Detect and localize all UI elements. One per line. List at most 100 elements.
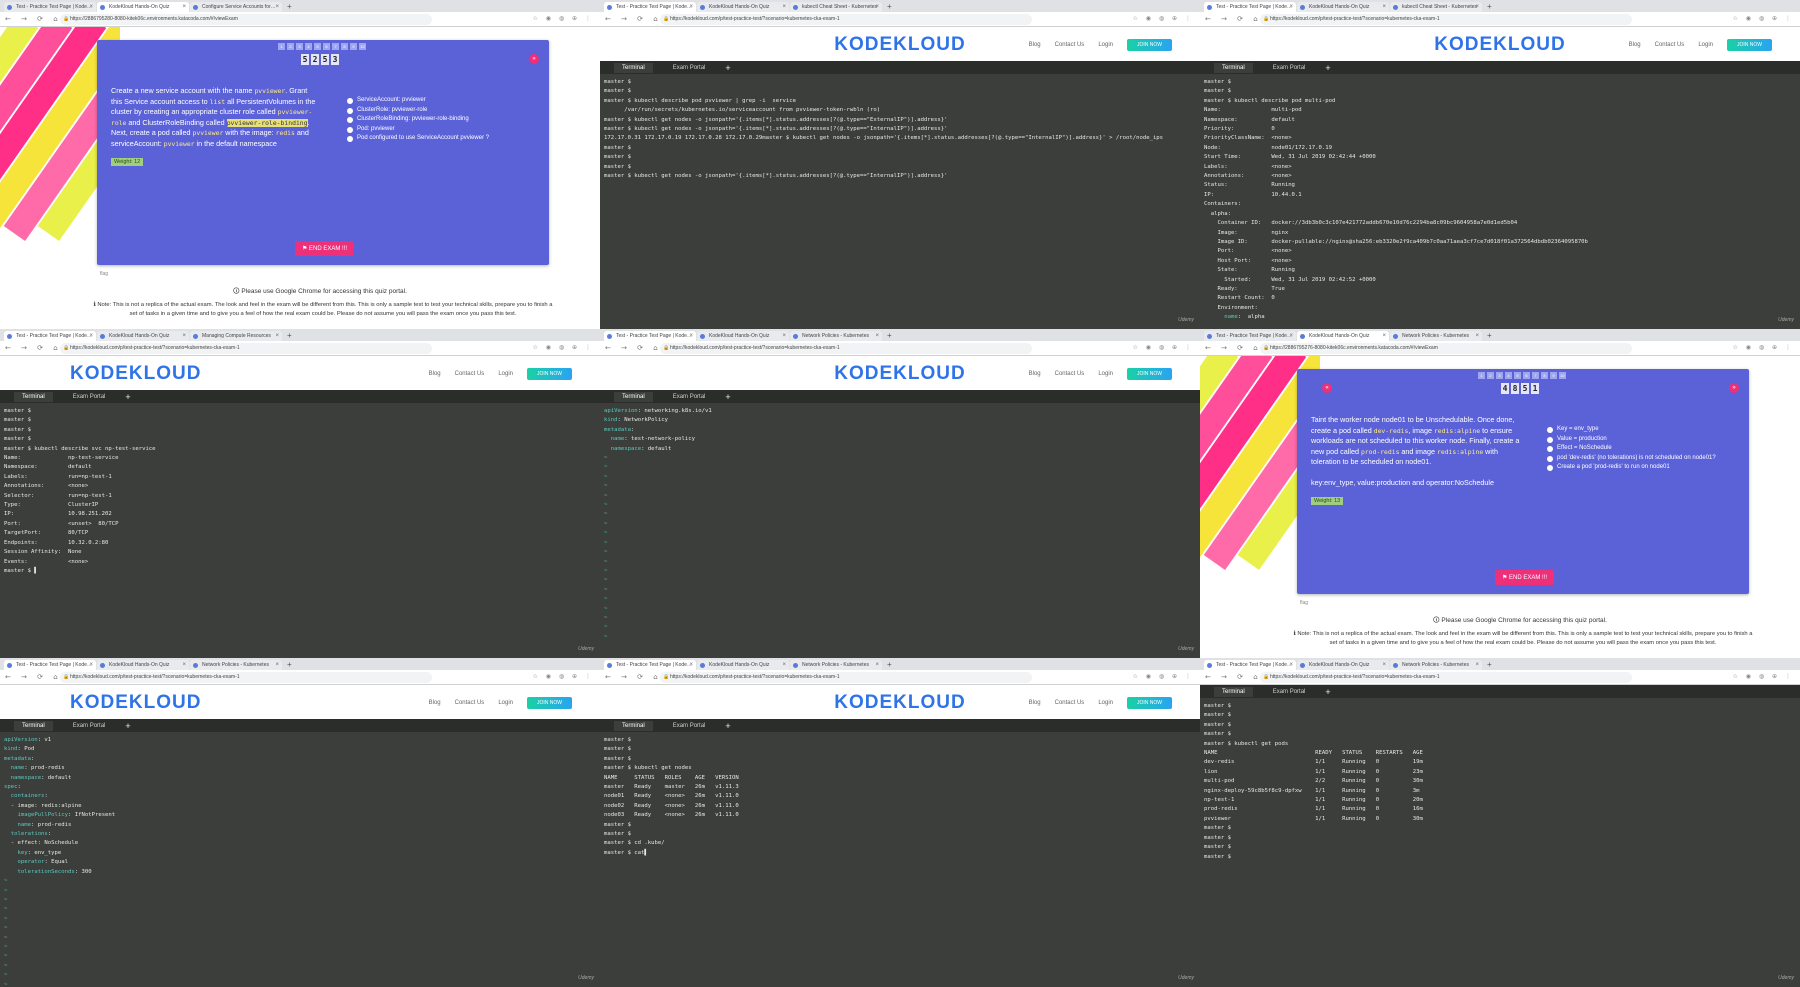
question-dot[interactable]: 9 (350, 43, 357, 50)
tab-exam-portal[interactable]: Exam Portal (673, 394, 706, 400)
url-field[interactable]: 🔒 https://kodekloud.com/p/test-practice-t… (660, 672, 1032, 683)
browser-tab[interactable]: Test - Practice Test Page | Kode… × (1204, 2, 1296, 12)
browser-tab[interactable]: Network Policies - Kubernetes × (1390, 331, 1482, 341)
extension-icons[interactable]: ☆ ◉ ◍ ⊕ ⋮ (1732, 15, 1794, 22)
login-link[interactable]: Login (1098, 42, 1113, 48)
browser-tab[interactable]: Network Policies - Kubernetes × (190, 660, 282, 670)
browser-tab[interactable]: KodeKloud Hands-On Quiz × (1297, 331, 1389, 341)
close-tab-icon[interactable]: × (1289, 2, 1293, 12)
terminal-area[interactable]: Terminal Exam Portal + master $ master $ mast… (1200, 685, 1800, 987)
close-tab-icon[interactable]: × (689, 331, 693, 341)
browser-tab[interactable]: Test - Practice Test Page | Kode… × (4, 660, 96, 670)
terminal-output[interactable]: master $ master $ master $ master $ master $… (1200, 698, 1800, 866)
new-tab-button[interactable]: + (283, 331, 296, 341)
terminal-output[interactable]: apiVersion: v1 kind: Pod metadata: name: p… (0, 732, 600, 987)
blog-link[interactable]: Blog (429, 371, 441, 377)
kodekloud-logo[interactable]: KODEKLOUD (834, 363, 965, 385)
nav-buttons[interactable]: ← → ⟳ ⌂ (1205, 344, 1262, 352)
url-field[interactable]: 🔒 https://kodekloud.com/p/test-practice-t… (60, 672, 432, 683)
next-question-button[interactable]: » (1729, 383, 1739, 393)
close-tab-icon[interactable]: × (689, 2, 693, 12)
blog-link[interactable]: Blog (1029, 371, 1041, 377)
add-terminal-tab-button[interactable]: + (125, 392, 130, 402)
url-field[interactable]: 🔒 https://kodekloud.com/p/test-practice-t… (660, 14, 1032, 25)
browser-tab[interactable]: Test - Practice Test Page | Kode… × (604, 660, 696, 670)
browser-tab[interactable]: Test - Practice Test Page | Kode… × (4, 331, 96, 341)
tab-terminal[interactable]: Terminal (14, 391, 53, 402)
close-tab-icon[interactable]: × (1475, 660, 1479, 670)
browser-tab[interactable]: Managing Compute Resources × (190, 331, 282, 341)
close-tab-icon[interactable]: × (1382, 2, 1386, 12)
close-tab-icon[interactable]: × (1475, 331, 1479, 341)
browser-tab[interactable]: kubectl Cheat Sheet - Kubernetes × (790, 2, 882, 12)
tab-exam-portal[interactable]: Exam Portal (73, 394, 106, 400)
question-dot[interactable]: 9 (1550, 372, 1557, 379)
question-dot[interactable]: 8 (1541, 372, 1548, 379)
login-link[interactable]: Login (498, 700, 513, 706)
add-terminal-tab-button[interactable]: + (725, 392, 730, 402)
close-tab-icon[interactable]: × (1382, 331, 1386, 341)
question-dot[interactable]: 6 (323, 43, 330, 50)
kodekloud-logo[interactable]: KODEKLOUD (70, 363, 201, 385)
close-tab-icon[interactable]: × (875, 2, 879, 12)
tab-terminal[interactable]: Terminal (614, 720, 653, 731)
terminal-area[interactable]: Terminal Exam Portal + apiVersion: v1 kind: … (0, 719, 600, 987)
close-tab-icon[interactable]: × (182, 660, 186, 670)
terminal-output[interactable]: master $ master $ master $ kubectl describ… (1200, 74, 1800, 327)
tab-terminal[interactable]: Terminal (1214, 686, 1253, 697)
browser-tab[interactable]: Network Policies - Kubernetes × (790, 331, 882, 341)
contact-us-link[interactable]: Contact Us (1055, 42, 1085, 48)
close-tab-icon[interactable]: × (89, 331, 93, 341)
login-link[interactable]: Login (1098, 700, 1113, 706)
close-tab-icon[interactable]: × (275, 660, 279, 670)
close-tab-icon[interactable]: × (875, 331, 879, 341)
question-dot[interactable]: 8 (341, 43, 348, 50)
terminal-area[interactable]: Terminal Exam Portal + apiVersion: networki… (600, 390, 1200, 658)
kodekloud-logo[interactable]: KODEKLOUD (834, 34, 965, 56)
browser-tab[interactable]: KodeKloud Hands-On Quiz × (697, 331, 789, 341)
close-tab-icon[interactable]: × (182, 331, 186, 341)
kodekloud-logo[interactable]: KODEKLOUD (834, 692, 965, 714)
join-now-button[interactable]: JOIN NOW (527, 697, 572, 709)
tab-terminal[interactable]: Terminal (1214, 62, 1253, 73)
nav-buttons[interactable]: ← → ⟳ ⌂ (5, 15, 62, 23)
add-terminal-tab-button[interactable]: + (1325, 63, 1330, 73)
url-field[interactable]: 🔒 https://kodekloud.com/p/test-practice-t… (1260, 14, 1632, 25)
join-now-button[interactable]: JOIN NOW (1127, 368, 1172, 380)
tab-terminal[interactable]: Terminal (614, 62, 653, 73)
extension-icons[interactable]: ☆ ◉ ◍ ⊕ ⋮ (1132, 15, 1194, 22)
close-tab-icon[interactable]: × (1475, 2, 1479, 12)
browser-tab[interactable]: KodeKloud Hands-On Quiz × (1297, 2, 1389, 12)
question-dot[interactable]: 3 (296, 43, 303, 50)
browser-tab[interactable]: KodeKloud Hands-On Quiz × (97, 2, 189, 12)
join-now-button[interactable]: JOIN NOW (1727, 39, 1772, 51)
close-tab-icon[interactable]: × (875, 660, 879, 670)
question-nav[interactable]: 1 2 3 4 5 6 7 8 9 10 (1478, 372, 1566, 379)
tab-exam-portal[interactable]: Exam Portal (1273, 689, 1306, 695)
blog-link[interactable]: Blog (429, 700, 441, 706)
add-terminal-tab-button[interactable]: + (725, 721, 730, 731)
browser-tab[interactable]: Test - Practice Test Page | Kode… × (604, 2, 696, 12)
extension-icons[interactable]: ☆ ◉ ◍ ⊕ ⋮ (1132, 344, 1194, 351)
question-dot[interactable]: 4 (305, 43, 312, 50)
join-now-button[interactable]: JOIN NOW (527, 368, 572, 380)
browser-tab[interactable]: Configure Service Accounts for… × (190, 2, 282, 12)
terminal-output[interactable]: master $ master $ master $ master $ master $… (0, 403, 600, 580)
next-question-button[interactable]: » (529, 54, 539, 64)
url-field[interactable]: 🔒 https://kodekloud.com/p/test-practice-t… (60, 343, 432, 354)
browser-tab[interactable]: KodeKloud Hands-On Quiz × (97, 331, 189, 341)
tab-exam-portal[interactable]: Exam Portal (1273, 65, 1306, 71)
browser-tab[interactable]: Test - Practice Test Page | Kode… × (1204, 660, 1296, 670)
contact-us-link[interactable]: Contact Us (1055, 371, 1085, 377)
close-tab-icon[interactable]: × (1382, 660, 1386, 670)
new-tab-button[interactable]: + (283, 660, 296, 670)
url-field[interactable]: 🔒 https://kodekloud.com/p/test-practice-t… (1260, 672, 1632, 683)
browser-tab[interactable]: kubectl Cheat Sheet - Kubernetes × (1390, 2, 1482, 12)
question-dot[interactable]: 6 (1523, 372, 1530, 379)
question-dot[interactable]: 5 (1514, 372, 1521, 379)
new-tab-button[interactable]: + (883, 660, 896, 670)
terminal-area[interactable]: Terminal Exam Portal + master $ master $ mast… (600, 719, 1200, 987)
add-terminal-tab-button[interactable]: + (1325, 687, 1330, 697)
new-tab-button[interactable]: + (883, 331, 896, 341)
tab-exam-portal[interactable]: Exam Portal (73, 723, 106, 729)
